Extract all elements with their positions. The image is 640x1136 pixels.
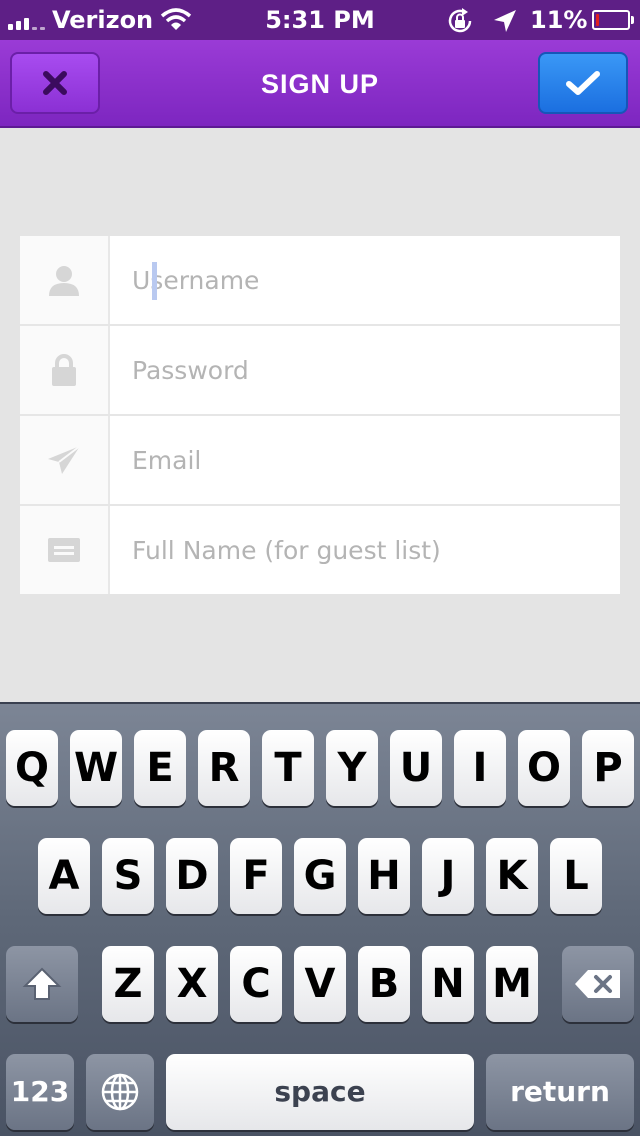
backspace-icon	[575, 970, 620, 998]
paper-plane-icon	[20, 416, 110, 504]
globe-icon	[101, 1073, 139, 1111]
key-r[interactable]: R	[198, 730, 250, 806]
key-f[interactable]: F	[230, 838, 282, 914]
key-b[interactable]: B	[358, 946, 410, 1022]
submit-button[interactable]	[538, 52, 628, 114]
key-p[interactable]: P	[582, 730, 634, 806]
user-icon	[20, 236, 110, 324]
key-v[interactable]: V	[294, 946, 346, 1022]
onscreen-keyboard: Q W E R T Y U I O P A S D F G H J K L Z …	[0, 702, 640, 1136]
globe-key[interactable]	[86, 1054, 154, 1130]
space-key[interactable]: space	[166, 1054, 474, 1130]
key-j[interactable]: J	[422, 838, 474, 914]
password-input[interactable]	[132, 326, 612, 414]
shift-arrow-icon	[22, 967, 62, 1000]
key-t[interactable]: T	[262, 730, 314, 806]
battery-percent: 11%	[530, 6, 588, 34]
battery-icon	[592, 10, 634, 30]
key-y[interactable]: Y	[326, 730, 378, 806]
checkmark-icon	[566, 71, 600, 95]
key-i[interactable]: I	[454, 730, 506, 806]
password-row	[20, 326, 620, 416]
status-bar: Verizon 5:31 PM 11%	[0, 0, 640, 40]
rotation-lock-icon	[448, 8, 472, 33]
key-o[interactable]: O	[518, 730, 570, 806]
email-row	[20, 416, 620, 506]
key-u[interactable]: U	[390, 730, 442, 806]
key-k[interactable]: K	[486, 838, 538, 914]
close-button[interactable]	[10, 52, 100, 114]
key-w[interactable]: W	[70, 730, 122, 806]
key-z[interactable]: Z	[102, 946, 154, 1022]
text-cursor	[152, 262, 157, 300]
key-l[interactable]: L	[550, 838, 602, 914]
signup-form	[20, 236, 620, 594]
key-n[interactable]: N	[422, 946, 474, 1022]
username-input[interactable]	[132, 236, 612, 324]
username-row	[20, 236, 620, 326]
navigation-bar: SIGN UP	[0, 40, 640, 128]
id-card-icon	[20, 506, 110, 594]
key-g[interactable]: G	[294, 838, 346, 914]
shift-key[interactable]	[6, 946, 78, 1022]
key-q[interactable]: Q	[6, 730, 58, 806]
key-m[interactable]: M	[486, 946, 538, 1022]
key-x[interactable]: X	[166, 946, 218, 1022]
battery-level	[596, 14, 599, 26]
fullname-input[interactable]	[132, 506, 612, 594]
key-h[interactable]: H	[358, 838, 410, 914]
numbers-key[interactable]: 123	[6, 1054, 74, 1130]
backspace-key[interactable]	[562, 946, 634, 1022]
key-d[interactable]: D	[166, 838, 218, 914]
fullname-row	[20, 506, 620, 594]
key-s[interactable]: S	[102, 838, 154, 914]
lock-icon	[20, 326, 110, 414]
key-c[interactable]: C	[230, 946, 282, 1022]
return-key[interactable]: return	[486, 1054, 634, 1130]
key-e[interactable]: E	[134, 730, 186, 806]
key-a[interactable]: A	[38, 838, 90, 914]
email-input[interactable]	[132, 416, 612, 504]
close-icon	[43, 71, 67, 95]
location-arrow-icon	[494, 10, 516, 32]
